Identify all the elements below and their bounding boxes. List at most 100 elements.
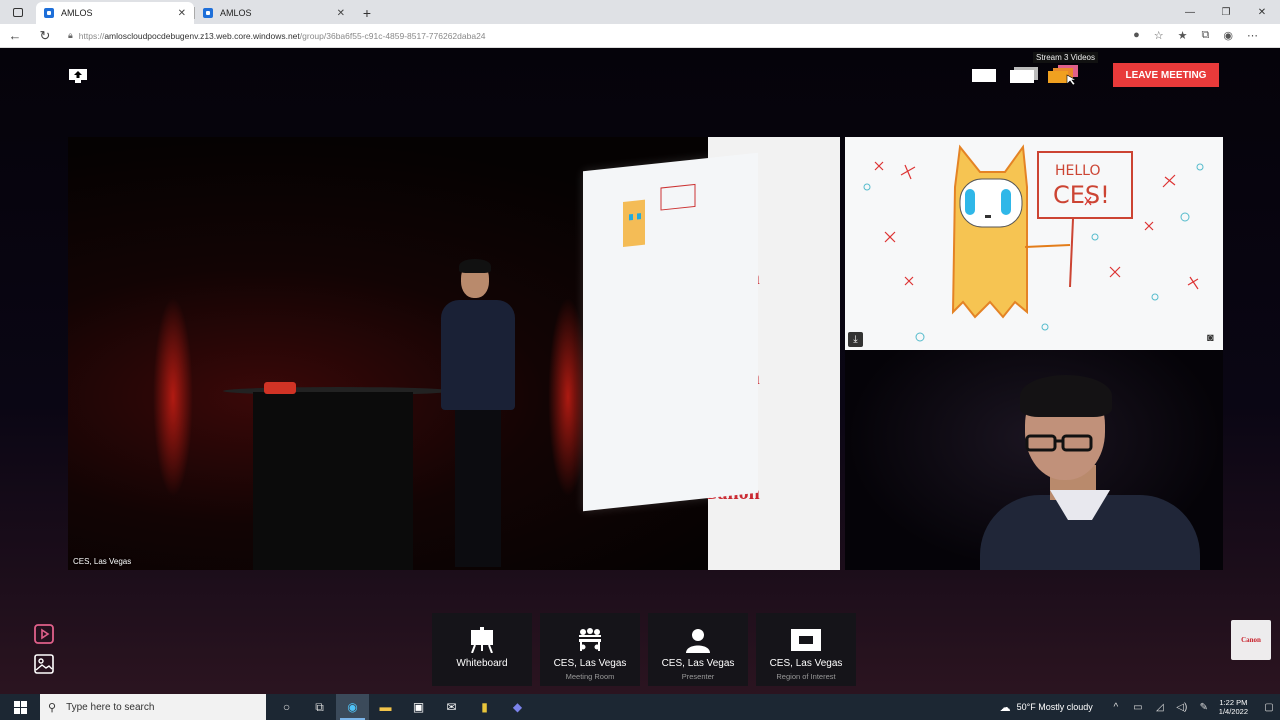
extension-icons: ● ☆ ★ ⧉ ◉ ⋯ bbox=[1133, 29, 1280, 42]
weather-widget[interactable]: ☁ 50°F Mostly cloudy bbox=[1000, 701, 1093, 714]
clock-date: 1/4/2022 bbox=[1218, 707, 1248, 716]
app-chart-icon[interactable]: ▮ bbox=[468, 694, 501, 720]
file-explorer-icon[interactable]: ▬ bbox=[369, 694, 402, 720]
search-icon: ⚲ bbox=[48, 701, 57, 714]
image-gallery-icon[interactable] bbox=[34, 654, 54, 674]
teams-icon[interactable]: ◆ bbox=[501, 694, 534, 720]
leave-meeting-button[interactable]: LEAVE MEETING bbox=[1113, 63, 1219, 87]
cloud-icon: ☁ bbox=[999, 701, 1011, 714]
start-button[interactable] bbox=[0, 694, 40, 720]
url-prefix: https:// bbox=[78, 30, 105, 41]
amlos-favicon-icon bbox=[203, 8, 213, 18]
minimize-icon[interactable]: — bbox=[1172, 0, 1208, 24]
profile-icon[interactable]: ◉ bbox=[1223, 29, 1233, 42]
edge-browser-icon[interactable]: ◉ bbox=[336, 694, 369, 720]
browser-tab-2[interactable]: AMLOS ✕ bbox=[195, 2, 353, 24]
stage-curtain-light bbox=[548, 297, 588, 497]
stage-table-base bbox=[253, 392, 413, 570]
source-tile-presenter[interactable]: CES, Las Vegas Presenter bbox=[648, 613, 748, 686]
meeting-app: Stream 3 Videos LEAVE MEETING Canon Cano… bbox=[0, 48, 1280, 694]
three-video-layout-icon[interactable] bbox=[1044, 65, 1084, 85]
presenter-icon bbox=[686, 629, 710, 653]
two-video-layout-icon[interactable] bbox=[1004, 65, 1044, 85]
layout-controls bbox=[964, 65, 1084, 85]
whiteboard-video-feed[interactable]: HELLO CES! ⤓ ◙ bbox=[845, 137, 1223, 350]
store-icon[interactable]: ▣ bbox=[402, 694, 435, 720]
tab-actions-icon[interactable] bbox=[0, 0, 36, 24]
whiteboard-icon bbox=[471, 627, 493, 653]
lock-icon: 🔒︎ bbox=[68, 30, 73, 40]
taskbar-apps: ○ ⧉ ◉ ▬ ▣ ✉ ▮ ◆ bbox=[270, 694, 534, 720]
close-window-icon[interactable]: ✕ bbox=[1244, 0, 1280, 24]
camera-device bbox=[264, 382, 296, 394]
windows-taskbar: ⚲ Type here to search ○ ⧉ ◉ ▬ ▣ ✉ ▮ ◆ ☁ … bbox=[0, 694, 1280, 720]
svg-text:CES!: CES! bbox=[1053, 181, 1110, 209]
url-path: /group/36ba6f55-c91c-4859-8517-776262dab… bbox=[299, 30, 486, 41]
meeting-room-icon bbox=[579, 628, 601, 651]
browser-tab-1[interactable]: AMLOS ✕ bbox=[36, 2, 194, 24]
main-video-feed[interactable]: Canon Canon Canon CES, Las Vegas bbox=[68, 137, 840, 570]
taskbar-search-box[interactable]: ⚲ Type here to search bbox=[40, 694, 266, 720]
source-tile-region-of-interest[interactable]: CES, Las Vegas Region of Interest bbox=[756, 613, 856, 686]
source-name: Whiteboard bbox=[456, 658, 508, 669]
url-field[interactable]: 🔒︎ https://amloscloudpocdebugenv.z13.web… bbox=[60, 26, 1133, 46]
play-video-icon[interactable] bbox=[34, 624, 54, 644]
source-sublabel: Region of Interest bbox=[776, 672, 836, 681]
favorites-icon[interactable]: ★ bbox=[1178, 29, 1188, 42]
whiteboard-easel bbox=[583, 152, 758, 512]
canon-watermark-logo: Canon bbox=[1231, 620, 1271, 660]
share-screen-icon[interactable] bbox=[68, 68, 88, 83]
source-name: CES, Las Vegas bbox=[769, 658, 843, 669]
mail-icon[interactable]: ✉ bbox=[435, 694, 468, 720]
region-of-interest-icon bbox=[791, 629, 821, 651]
new-tab-button[interactable]: + bbox=[353, 2, 381, 24]
window-controls: — ❐ ✕ bbox=[1172, 0, 1280, 24]
source-tile-whiteboard[interactable]: Whiteboard bbox=[432, 613, 532, 686]
source-tile-meeting-room[interactable]: CES, Las Vegas Meeting Room bbox=[540, 613, 640, 686]
windows-logo-icon bbox=[13, 700, 27, 714]
close-tab-icon[interactable]: ✕ bbox=[178, 8, 186, 19]
presenter-figure bbox=[433, 259, 523, 570]
presenter-hair bbox=[1020, 375, 1112, 417]
source-name: CES, Las Vegas bbox=[553, 658, 627, 669]
presenter-video-feed[interactable] bbox=[845, 350, 1223, 570]
network-icon[interactable]: ◿ bbox=[1149, 702, 1171, 713]
source-name: CES, Las Vegas bbox=[661, 658, 735, 669]
notifications-icon[interactable]: ▢ bbox=[1258, 702, 1280, 713]
tab-title: AMLOS bbox=[220, 8, 252, 18]
task-view-icon[interactable]: ⧉ bbox=[303, 694, 336, 720]
taskbar-clock[interactable]: 1:22 PM 1/4/2022 bbox=[1219, 698, 1248, 716]
address-bar: ← ↻ 🔒︎ https://amloscloudpocdebugenv.z13… bbox=[0, 24, 1280, 48]
source-sublabel: Presenter bbox=[681, 672, 715, 681]
back-arrow-icon[interactable]: ← bbox=[0, 28, 30, 43]
more-options-icon[interactable]: ⋯ bbox=[1247, 29, 1258, 42]
presenter-glasses bbox=[1025, 434, 1093, 452]
browser-tab-bar: AMLOS ✕ AMLOS ✕ + — ❐ ✕ bbox=[0, 0, 1280, 24]
weather-text: 50°F Mostly cloudy bbox=[1016, 702, 1093, 712]
add-favorite-icon[interactable]: ☆ bbox=[1154, 29, 1164, 42]
svg-text:HELLO: HELLO bbox=[1055, 163, 1101, 179]
amlos-favicon-icon bbox=[44, 8, 54, 18]
source-sublabel: Meeting Room bbox=[565, 672, 615, 681]
main-video-label: CES, Las Vegas bbox=[73, 557, 132, 566]
battery-icon[interactable]: ▭ bbox=[1127, 702, 1149, 713]
refresh-icon[interactable]: ↻ bbox=[30, 28, 60, 44]
download-icon[interactable]: ⤓ bbox=[848, 332, 863, 347]
stage-curtain-light bbox=[153, 297, 193, 497]
search-placeholder: Type here to search bbox=[66, 701, 155, 713]
maximize-icon[interactable]: ❐ bbox=[1208, 0, 1244, 24]
camera-permission-icon[interactable]: ● bbox=[1133, 29, 1140, 42]
collections-icon[interactable]: ⧉ bbox=[1202, 29, 1210, 42]
system-tray: ☁ 50°F Mostly cloudy ^ ▭ ◿ ◁) ✎ 1:22 PM … bbox=[1000, 694, 1280, 720]
tab-title: AMLOS bbox=[61, 8, 93, 18]
source-selector: Whiteboard CES, Las Vegas Meeting Room C… bbox=[432, 613, 856, 686]
volume-icon[interactable]: ◁) bbox=[1171, 702, 1193, 713]
single-video-layout-icon[interactable] bbox=[964, 65, 1004, 85]
cortana-icon[interactable]: ○ bbox=[270, 694, 303, 720]
clock-time: 1:22 PM bbox=[1219, 698, 1248, 707]
pen-icon[interactable]: ✎ bbox=[1193, 702, 1215, 713]
close-tab-icon[interactable]: ✕ bbox=[337, 8, 345, 19]
camera-toggle-icon[interactable]: ◙ bbox=[1207, 332, 1219, 347]
show-hidden-icons-icon[interactable]: ^ bbox=[1105, 702, 1127, 713]
layout-tooltip: Stream 3 Videos bbox=[1033, 52, 1098, 63]
